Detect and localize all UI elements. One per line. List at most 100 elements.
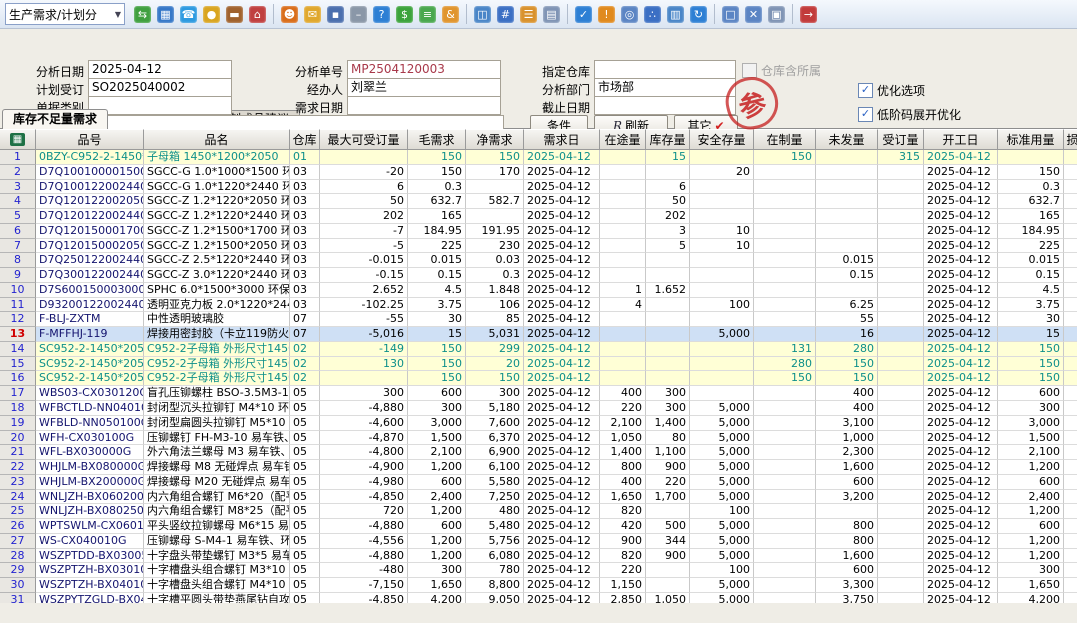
cell-item-code[interactable]: D7Q1001220024400G [36,180,144,195]
cell-unshipped-qty[interactable]: 16 [816,327,878,342]
header-max-orderable[interactable]: 最大可受订量 [320,129,408,150]
cell-loss-qty[interactable] [1064,312,1077,327]
cell-in-process-qty[interactable] [754,431,816,446]
cell-demand-date[interactable]: 2025-04-12 [524,504,600,519]
cell-item-code[interactable]: D7Q2501220024400G [36,253,144,268]
cell-max-orderable[interactable]: -102.25 [320,298,408,313]
cell-in-transit-qty[interactable] [600,194,646,209]
cell-warehouse[interactable]: 05 [290,431,320,446]
workflow-icon-button[interactable]: ⇆ [131,3,154,26]
cell-max-orderable[interactable]: 202 [320,209,408,224]
cell-in-process-qty[interactable] [754,534,816,549]
cell-safety-stock[interactable] [690,194,754,209]
cell-unshipped-qty[interactable]: 3,200 [816,490,878,505]
cell-net-demand[interactable]: 5,480 [466,519,524,534]
cell-standard-usage[interactable]: 3,000 [998,416,1064,431]
cell-unshipped-qty[interactable] [816,283,878,298]
cell-start-date[interactable]: 2025-04-12 [924,253,998,268]
cell-standard-usage[interactable]: 3.75 [998,298,1064,313]
cell-max-orderable[interactable]: 6 [320,180,408,195]
cell-row-number[interactable]: 23 [0,475,36,490]
cell-in-transit-qty[interactable]: 800 [600,460,646,475]
cell-stock-qty[interactable]: 344 [646,534,690,549]
cell-stock-qty[interactable]: 3 [646,224,690,239]
cell-item-code[interactable]: WFL-BX030000G [36,445,144,460]
cell-item-code[interactable]: WSZPTZH-BX040100G [36,578,144,593]
cell-demand-date[interactable]: 2025-04-12 [524,253,600,268]
cell-start-date[interactable]: 2025-04-12 [924,416,998,431]
cell-max-orderable[interactable]: -4,800 [320,445,408,460]
cell-standard-usage[interactable]: 1,650 [998,578,1064,593]
doc-type-field[interactable] [88,96,232,115]
header-corner-cell[interactable]: ▦ [0,129,36,150]
cell-item-name[interactable]: SPHC 6.0*1500*3000 环保 [144,283,290,298]
cell-demand-date[interactable]: 2025-04-12 [524,563,600,578]
cell-start-date[interactable]: 2025-04-12 [924,327,998,342]
cell-max-orderable[interactable]: -0.015 [320,253,408,268]
money-icon-button[interactable]: $ [393,3,416,26]
cell-start-date[interactable]: 2025-04-12 [924,194,998,209]
mail-icon-button[interactable]: ✉ [301,3,324,26]
cell-warehouse[interactable]: 05 [290,460,320,475]
cell-max-orderable[interactable]: -0.15 [320,268,408,283]
cell-in-process-qty[interactable] [754,180,816,195]
cell-in-transit-qty[interactable]: 820 [600,504,646,519]
cell-demand-date[interactable]: 2025-04-12 [524,342,600,357]
cell-in-process-qty[interactable] [754,239,816,254]
cell-item-code[interactable]: WNLJZH-BX060200G [36,490,144,505]
cell-item-code[interactable]: WSZPTDD-BX030050G [36,549,144,564]
cell-unshipped-qty[interactable]: 3,100 [816,416,878,431]
cell-demand-date[interactable]: 2025-04-12 [524,386,600,401]
monitor-icon-button[interactable]: ▦ [154,3,177,26]
cell-in-process-qty[interactable]: 131 [754,342,816,357]
cell-row-number[interactable]: 20 [0,431,36,446]
cell-ordered-qty[interactable] [878,504,924,519]
cell-net-demand[interactable]: 6,080 [466,549,524,564]
cell-start-date[interactable]: 2025-04-12 [924,549,998,564]
cell-start-date[interactable]: 2025-04-12 [924,593,998,603]
cell-stock-qty[interactable]: 1.652 [646,283,690,298]
cell-max-orderable[interactable]: -5,016 [320,327,408,342]
cell-in-transit-qty[interactable] [600,253,646,268]
cell-warehouse[interactable]: 02 [290,342,320,357]
cell-in-process-qty[interactable] [754,490,816,505]
cell-max-orderable[interactable]: -149 [320,342,408,357]
cell-in-process-qty[interactable] [754,416,816,431]
cell-item-name[interactable]: 中性透明玻璃胶 [144,312,290,327]
cell-item-code[interactable]: F-BLJ-ZXTM [36,312,144,327]
cell-row-number[interactable]: 12 [0,312,36,327]
cell-safety-stock[interactable]: 10 [690,224,754,239]
cell-max-orderable[interactable]: 2.652 [320,283,408,298]
cell-row-number[interactable]: 11 [0,298,36,313]
cell-demand-date[interactable]: 2025-04-12 [524,578,600,593]
cell-row-number[interactable]: 7 [0,239,36,254]
cell-standard-usage[interactable]: 600 [998,519,1064,534]
cell-demand-date[interactable]: 2025-04-12 [524,490,600,505]
cell-item-name[interactable]: 平头竖纹拉铆螺母 M6*15 易车 [144,519,290,534]
calculator-icon-button[interactable]: # [494,3,517,26]
cell-row-number[interactable]: 14 [0,342,36,357]
cell-max-orderable[interactable] [320,371,408,386]
cell-standard-usage[interactable]: 600 [998,386,1064,401]
cell-start-date[interactable]: 2025-04-12 [924,357,998,372]
cell-row-number[interactable]: 24 [0,490,36,505]
cell-in-transit-qty[interactable] [600,268,646,283]
cell-stock-qty[interactable] [646,342,690,357]
cell-safety-stock[interactable]: 5,000 [690,475,754,490]
cell-demand-date[interactable]: 2025-04-12 [524,460,600,475]
cell-loss-qty[interactable] [1064,298,1077,313]
cell-max-orderable[interactable]: 720 [320,504,408,519]
cell-demand-date[interactable]: 2025-04-12 [524,239,600,254]
cell-unshipped-qty[interactable]: 800 [816,534,878,549]
cell-start-date[interactable]: 2025-04-12 [924,504,998,519]
cell-start-date[interactable]: 2025-04-12 [924,312,998,327]
cell-in-transit-qty[interactable]: 420 [600,519,646,534]
cell-in-process-qty[interactable] [754,298,816,313]
chart-device-icon-button[interactable]: ◫ [471,3,494,26]
cell-in-transit-qty[interactable]: 1,400 [600,445,646,460]
cell-ordered-qty[interactable] [878,431,924,446]
cell-item-name[interactable]: 压铆螺钉 FH-M3-10 易车铁、环 [144,431,290,446]
cell-ordered-qty[interactable] [878,194,924,209]
cell-gross-demand[interactable]: 150 [408,371,466,386]
cell-in-process-qty[interactable] [754,283,816,298]
